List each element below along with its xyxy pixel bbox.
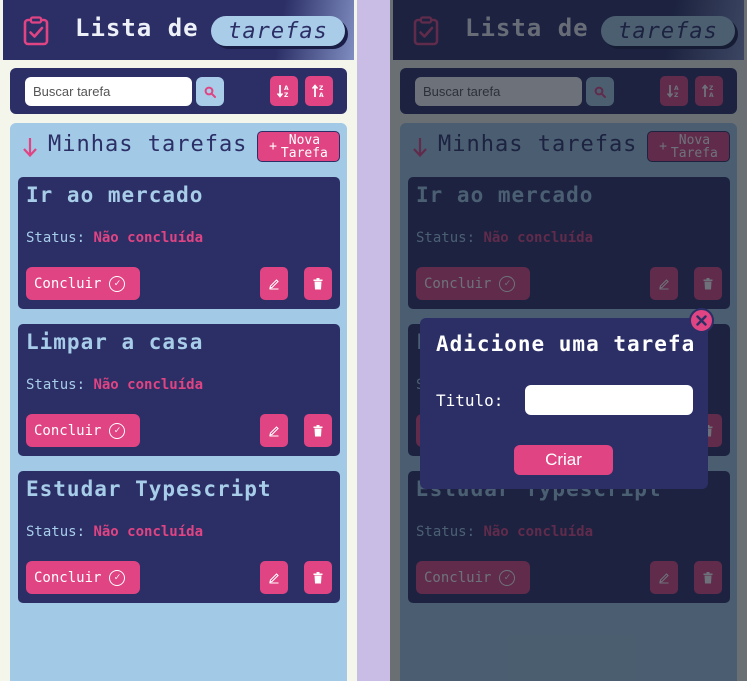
trash-icon xyxy=(313,277,323,289)
title-field-label: Titulo: xyxy=(436,391,504,410)
modal-title: Adicione uma tarefa xyxy=(436,332,696,356)
task-status: Status: Não concluída xyxy=(26,524,203,540)
new-task-button[interactable]: + Nova Tarefa xyxy=(257,131,340,162)
add-task-modal: Adicione uma tarefa Titulo: Criar xyxy=(420,318,708,489)
create-task-button[interactable]: Criar xyxy=(514,445,613,475)
edit-icon xyxy=(269,572,279,583)
arrow-down-icon xyxy=(23,138,37,158)
delete-task-button[interactable] xyxy=(304,561,332,594)
close-icon xyxy=(696,315,707,326)
task-status: Status: Não concluída xyxy=(26,230,203,246)
task-list-section: Minhas tarefas + Nova Tarefa Ir ao merca… xyxy=(10,123,347,681)
task-card: Limpar a casa Status: Não concluída Conc… xyxy=(18,324,340,456)
plus-icon: + xyxy=(269,139,277,154)
task-status-label: Status: xyxy=(26,377,86,393)
svg-text:Z: Z xyxy=(284,92,289,99)
edit-task-button[interactable] xyxy=(260,414,288,447)
task-status-value: Não concluída xyxy=(93,524,204,540)
complete-task-button[interactable]: Concluir ✓ xyxy=(26,267,140,300)
check-circle-icon: ✓ xyxy=(109,275,126,292)
task-title-input[interactable] xyxy=(525,385,693,415)
svg-text:Z: Z xyxy=(319,85,324,92)
edit-task-button[interactable] xyxy=(260,561,288,594)
search-button[interactable] xyxy=(196,77,224,106)
task-card: Ir ao mercado Status: Não concluída Conc… xyxy=(18,177,340,309)
clipboard-check-icon xyxy=(23,16,49,46)
edit-icon xyxy=(269,278,279,289)
edit-icon xyxy=(269,425,279,436)
close-modal-button[interactable] xyxy=(689,308,714,333)
app-title: Lista de xyxy=(75,14,199,42)
task-status-label: Status: xyxy=(26,230,86,246)
new-task-label-line2: Tarefa xyxy=(280,145,328,161)
task-title: Limpar a casa xyxy=(26,330,204,354)
delete-task-button[interactable] xyxy=(304,267,332,300)
sort-asc-icon: A Z xyxy=(277,85,289,99)
svg-text:A: A xyxy=(319,92,324,99)
app-header: Lista de tarefas xyxy=(3,0,354,60)
search-input[interactable] xyxy=(25,77,192,106)
task-status: Status: Não concluída xyxy=(26,377,203,393)
task-title: Estudar Typescript xyxy=(26,477,272,501)
app-title-highlight: tarefas xyxy=(211,16,345,46)
sort-desc-icon: Z A xyxy=(312,84,324,99)
task-list-title: Minhas tarefas xyxy=(48,132,248,157)
delete-task-button[interactable] xyxy=(304,414,332,447)
task-status-value: Não concluída xyxy=(93,377,204,393)
task-title: Ir ao mercado xyxy=(26,183,204,207)
new-task-label: Nova Tarefa xyxy=(281,134,328,160)
complete-task-button[interactable]: Concluir ✓ xyxy=(26,414,140,447)
panel-divider xyxy=(387,0,390,681)
trash-icon xyxy=(313,424,323,436)
check-circle-icon: ✓ xyxy=(109,422,126,439)
task-status-value: Não concluída xyxy=(93,230,204,246)
trash-icon xyxy=(313,571,323,583)
search-icon xyxy=(204,86,216,98)
edit-task-button[interactable] xyxy=(260,267,288,300)
search-toolbar: A Z Z A xyxy=(10,68,347,114)
complete-label: Concluir xyxy=(34,569,102,586)
sort-descending-button[interactable]: Z A xyxy=(305,76,333,106)
task-card: Estudar Typescript Status: Não concluída… xyxy=(18,471,340,603)
task-status-label: Status: xyxy=(26,524,86,540)
complete-label: Concluir xyxy=(34,275,102,292)
svg-text:A: A xyxy=(284,85,289,92)
complete-task-button[interactable]: Concluir ✓ xyxy=(26,561,140,594)
app-panel-main: Lista de tarefas A Z Z A xyxy=(0,0,357,681)
sort-ascending-button[interactable]: A Z xyxy=(270,76,298,106)
complete-label: Concluir xyxy=(34,422,102,439)
check-circle-icon: ✓ xyxy=(109,569,126,586)
